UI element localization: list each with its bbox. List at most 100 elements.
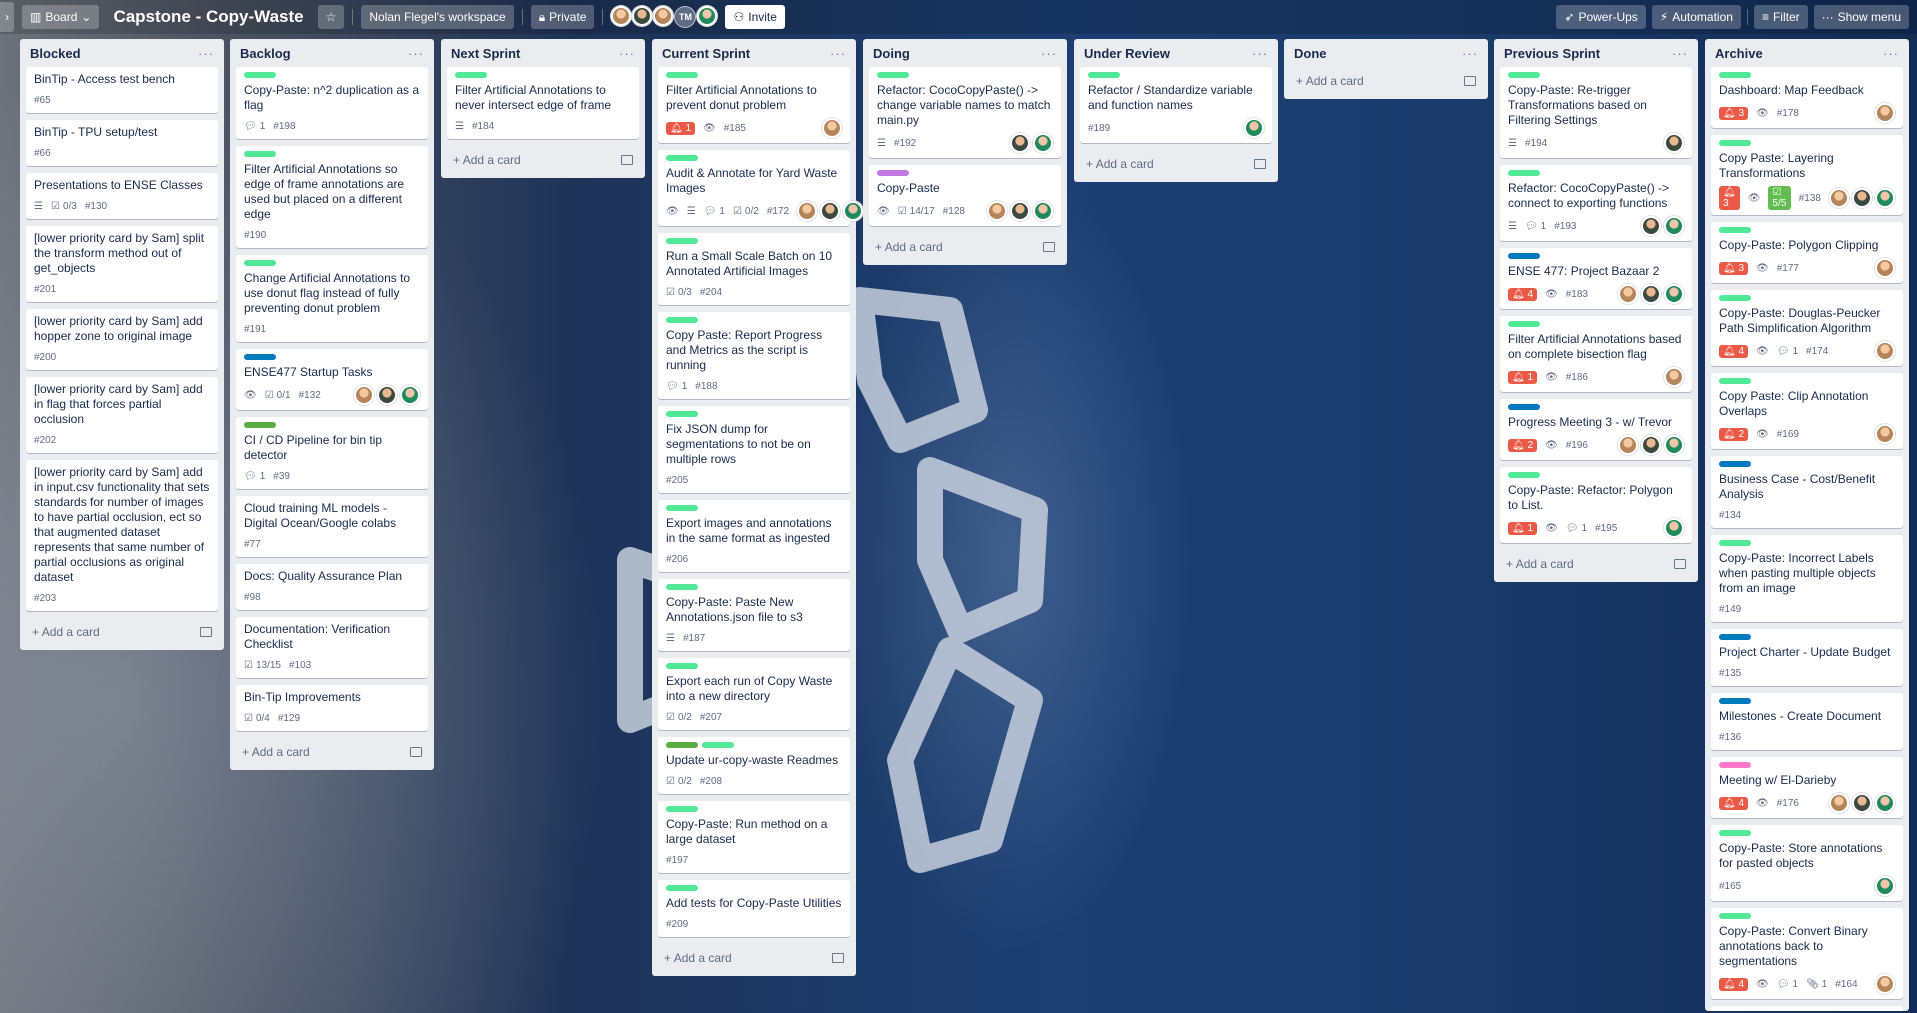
member-avatar[interactable] (1875, 188, 1895, 208)
card-label[interactable] (244, 151, 276, 157)
member-avatar[interactable] (1033, 201, 1053, 221)
card[interactable]: Refactor: CocoCopyPaste() -> change vari… (869, 67, 1061, 158)
card[interactable]: Copy-Paste: n^2 duplication as a flag 💬︎ 1… (236, 67, 428, 139)
card[interactable]: Copy-Paste 👁︎ ☑ 14/17 #128 (869, 165, 1061, 226)
list-title[interactable]: Next Sprint (451, 46, 520, 61)
member-avatar[interactable] (400, 385, 420, 405)
star-button[interactable]: ☆ (317, 5, 345, 29)
list-menu-icon[interactable]: ··· (1252, 46, 1268, 61)
add-card-button[interactable]: + Add a card (26, 618, 218, 646)
member-avatar[interactable] (354, 385, 374, 405)
member-avatar-initials[interactable]: TM (674, 6, 697, 28)
card[interactable]: Copy-Paste: Douglas-Peucker Path Simplif… (1711, 290, 1903, 366)
member-avatar[interactable] (1618, 435, 1638, 455)
card-template-icon[interactable] (200, 627, 212, 637)
list-menu-icon[interactable]: ··· (830, 46, 846, 61)
member-avatar[interactable] (1875, 876, 1895, 896)
card-label[interactable] (1719, 762, 1751, 768)
card-label[interactable] (1719, 698, 1751, 704)
add-card-button[interactable]: + Add a card (1500, 550, 1692, 578)
card[interactable]: Filter Artificial Annotations based on c… (1500, 316, 1692, 392)
list-menu-icon[interactable]: ··· (1883, 46, 1899, 61)
card[interactable]: ENSE477 Startup Tasks 👁︎ ☑ 0/1 #132 (236, 349, 428, 410)
card[interactable]: Project Charter - Update Budget #135 (1711, 629, 1903, 686)
card-label[interactable] (1508, 404, 1540, 410)
member-avatar[interactable] (653, 6, 674, 26)
automation-button[interactable]: ⚡︎ Automation (1651, 5, 1741, 29)
card[interactable]: [lower priority card by Sam] add hopper … (26, 309, 218, 370)
member-avatar[interactable] (1641, 435, 1661, 455)
list-title[interactable]: Current Sprint (662, 46, 750, 61)
list-menu-icon[interactable]: ··· (198, 46, 214, 61)
card[interactable]: Copy-Paste: Paste New Annotations.json f… (658, 579, 850, 651)
card-label[interactable] (1508, 321, 1540, 327)
card[interactable]: Copy Paste: Layering Transformations 🔔︎ 3… (1711, 135, 1903, 215)
show-menu-button[interactable]: ··· Show menu (1813, 5, 1909, 29)
card-label[interactable] (1088, 72, 1120, 78)
card[interactable]: Docs: Quality Assurance Plan #98 (236, 564, 428, 610)
add-card-button[interactable]: + Add a card (236, 738, 428, 766)
card-label[interactable] (1719, 227, 1751, 233)
card-template-icon[interactable] (621, 155, 633, 165)
member-avatar[interactable] (822, 118, 842, 138)
card-label[interactable] (666, 505, 698, 511)
card-label[interactable] (1508, 72, 1540, 78)
member-avatar[interactable] (377, 385, 397, 405)
card[interactable]: Meeting w/ El-Darieby 🔔︎ 4 👁︎ #176 (1711, 757, 1903, 818)
card-label[interactable] (666, 885, 698, 891)
card[interactable]: Update ur-copy-waste Readmes ☑ 0/2 #208 (658, 737, 850, 794)
list-title[interactable]: Blocked (30, 46, 81, 61)
member-avatar[interactable] (1829, 188, 1849, 208)
card-label[interactable] (666, 806, 698, 812)
member-avatar[interactable] (1664, 367, 1684, 387)
member-avatar[interactable] (1875, 341, 1895, 361)
card[interactable]: Copy-Paste: Run method on a large datase… (658, 801, 850, 873)
card-label[interactable] (1719, 540, 1751, 546)
card-label[interactable] (877, 72, 909, 78)
member-avatar[interactable] (797, 201, 818, 221)
card[interactable]: Cloud training ML models - Digital Ocean… (236, 496, 428, 557)
card[interactable]: Export images and annotations in the sam… (658, 500, 850, 572)
card-label[interactable] (666, 584, 698, 590)
card-label[interactable] (1719, 72, 1751, 78)
card-label[interactable] (244, 422, 276, 428)
member-avatar[interactable] (632, 6, 653, 26)
list-menu-icon[interactable]: ··· (408, 46, 424, 61)
card[interactable]: Copy Paste: Clip Annotation Overlaps 🔔︎ 2… (1711, 373, 1903, 449)
member-avatar[interactable] (1664, 518, 1684, 538)
card-label[interactable] (666, 72, 698, 78)
card-label[interactable] (877, 170, 909, 176)
list-title[interactable]: Doing (873, 46, 910, 61)
card[interactable]: Progress Meeting 3 - w/ Trevor 🔔︎ 2 👁︎ #196 (1500, 399, 1692, 460)
card[interactable]: BinTip - TPU setup/test #66 (26, 120, 218, 166)
card[interactable]: Copy-Paste: Re-trigger Transformations b… (1500, 67, 1692, 158)
card-template-icon[interactable] (410, 747, 422, 757)
card[interactable]: Presentations to ENSE Classes ☰ ☑ 0/3 #130 (26, 173, 218, 219)
member-avatar[interactable] (1852, 188, 1872, 208)
member-avatar[interactable] (1829, 793, 1849, 813)
power-ups-button[interactable]: ➶ Power-Ups (1556, 5, 1646, 29)
card-label[interactable] (666, 317, 698, 323)
card-template-icon[interactable] (1043, 242, 1055, 252)
card[interactable]: Export each run of Copy Waste into a new… (658, 658, 850, 730)
card-label[interactable] (244, 72, 276, 78)
card-template-icon[interactable] (1464, 76, 1476, 86)
card-template-icon[interactable] (1674, 559, 1686, 569)
list-title[interactable]: Under Review (1084, 46, 1170, 61)
list-menu-icon[interactable]: ··· (619, 46, 635, 61)
add-card-button[interactable]: + Add a card (658, 944, 850, 972)
filter-button[interactable]: ≡ Filter (1753, 5, 1808, 29)
board-title[interactable]: Capstone - Copy-Waste (107, 7, 309, 27)
member-avatar[interactable] (1664, 133, 1684, 153)
card[interactable]: Fix JSON dump for segmentations to not b… (658, 406, 850, 493)
card-template-icon[interactable] (832, 953, 844, 963)
card-label[interactable] (1508, 253, 1540, 259)
member-avatar[interactable] (843, 201, 864, 221)
card[interactable]: Filter Artificial Annotations so edge of… (236, 146, 428, 248)
card-label[interactable] (1719, 295, 1751, 301)
member-avatar[interactable] (1875, 424, 1895, 444)
card-label[interactable] (666, 663, 698, 669)
member-avatar[interactable] (1664, 435, 1684, 455)
add-card-button[interactable]: + Add a card (869, 233, 1061, 261)
card[interactable]: Copy-Paste: Incorrect Labels when pastin… (1711, 535, 1903, 622)
